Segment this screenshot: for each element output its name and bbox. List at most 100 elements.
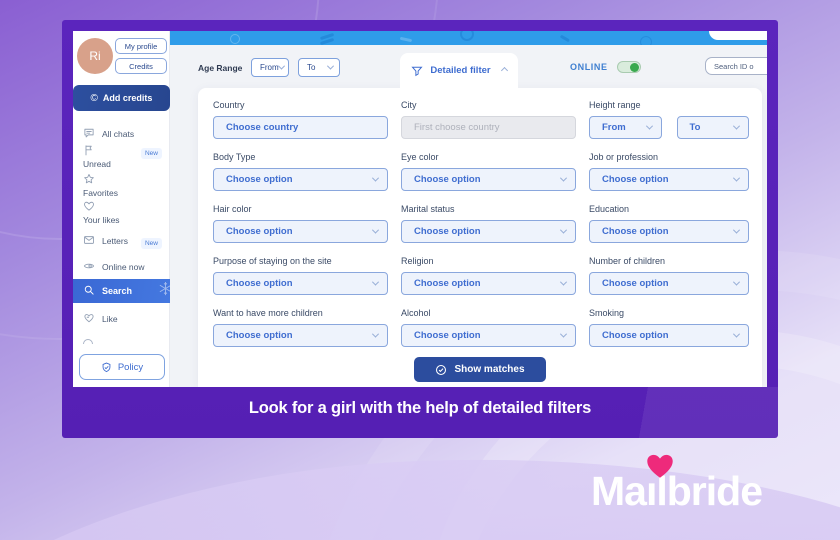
sidebar-item-online-now[interactable]: Online now [83, 260, 145, 274]
filter-label: Purpose of staying on the site [213, 256, 332, 266]
heart-like-icon [83, 312, 95, 326]
filter-cell: Number of children Choose option [589, 256, 749, 295]
filter-cell: Hair color Choose option [213, 204, 388, 243]
want-to-have-more-children-select[interactable]: Choose option [213, 324, 388, 347]
filter-cell: City First choose country [401, 100, 576, 139]
chevron-down-icon [371, 174, 380, 182]
job-or-profession-select[interactable]: Choose option [589, 168, 749, 191]
caption-band: Look for a girl with the help of detaile… [62, 387, 778, 438]
filter-label: Body Type [213, 152, 256, 162]
app-screenshot: Ri My profile Credits © Add credits All … [73, 31, 767, 387]
filter-label: Alcohol [401, 308, 431, 318]
promo-frame: Ri My profile Credits © Add credits All … [62, 20, 778, 438]
number-of-children-select[interactable]: Choose option [589, 272, 749, 295]
filter-grid: Country Choose country City First choose co… [198, 88, 762, 360]
new-badge: New [140, 148, 162, 159]
age-to-select[interactable]: To [298, 58, 340, 77]
age-from-value: From [260, 63, 279, 72]
avatar[interactable]: Ri [77, 38, 113, 74]
religion-select[interactable]: Choose option [401, 272, 576, 295]
filter-label: Smoking [589, 308, 625, 318]
sidebar-item-favorites[interactable]: Favorites [83, 173, 118, 198]
search-id-input[interactable] [705, 57, 767, 75]
copyright-coin-icon: © [90, 92, 98, 104]
chevron-down-icon [559, 174, 568, 182]
height-from-select[interactable]: From [589, 116, 662, 139]
chevron-down-icon [371, 330, 380, 338]
snowflake-icon [158, 281, 170, 298]
purpose-of-staying-on-the-site-select[interactable]: Choose option [213, 272, 388, 295]
credits-button[interactable]: Credits [115, 58, 167, 74]
filter-cell: Alcohol Choose option [401, 308, 576, 347]
chevron-down-icon [732, 174, 741, 182]
sidebar-item-label: Like [102, 314, 118, 324]
filter-label: Height range [589, 100, 641, 110]
filter-label: Marital status [401, 204, 455, 214]
chevron-down-icon [559, 278, 568, 286]
alcohol-select[interactable]: Choose option [401, 324, 576, 347]
smoking-select[interactable]: Choose option [589, 324, 749, 347]
filter-label: Religion [401, 256, 434, 266]
age-from-select[interactable]: From [251, 58, 289, 77]
doodle [230, 34, 240, 44]
body-type-select[interactable]: Choose option [213, 168, 388, 191]
doodle [460, 31, 474, 41]
sidebar-item-label: Letters [102, 236, 128, 246]
age-range-label: Age Range [198, 63, 243, 73]
chevron-down-icon [645, 122, 653, 130]
hair-color-select[interactable]: Choose option [213, 220, 388, 243]
partial-icon [83, 339, 93, 344]
chevron-down-icon [732, 122, 741, 130]
new-badge: New [140, 238, 162, 249]
online-toggle[interactable] [617, 61, 641, 73]
sidebar-item-label: Search [102, 286, 133, 296]
sidebar-item-letters[interactable]: Letters [83, 234, 128, 248]
flag-icon [83, 144, 111, 156]
age-to-value: To [307, 63, 316, 72]
detailed-filter-label: Detailed filter [430, 65, 491, 76]
show-matches-button[interactable]: Show matches [414, 357, 546, 382]
chevron-down-icon [371, 278, 380, 286]
country-select[interactable]: Choose country [213, 116, 388, 139]
detailed-filter-tab[interactable]: Detailed filter [400, 53, 518, 88]
filter-label: Job or profession [589, 152, 659, 162]
filter-label: Education [589, 204, 630, 214]
doodle [640, 36, 652, 45]
sidebar-item-label: Unread [83, 159, 111, 169]
sidebar-item-like[interactable]: Like [83, 312, 118, 326]
logo-text: Ma [591, 468, 647, 514]
promo-caption: Look for a girl with the help of detaile… [248, 399, 592, 417]
chevron-down-icon [559, 226, 568, 234]
chevron-down-icon [732, 330, 741, 338]
filter-cell: Height range From To [589, 100, 749, 139]
sidebar-item-search[interactable]: Search [73, 279, 170, 303]
chat-bubble-icon [83, 127, 95, 141]
sidebar: Ri My profile Credits © Add credits All … [73, 31, 170, 387]
filter-cell: Job or profession Choose option [589, 152, 749, 191]
sidebar-item-label: Online now [102, 262, 145, 272]
filter-cell: Body Type Choose option [213, 152, 388, 191]
city-select-disabled: First choose country [401, 116, 576, 139]
filter-cell: Religion Choose option [401, 256, 576, 295]
policy-button[interactable]: Policy [79, 354, 165, 380]
height-to-select[interactable]: To [676, 116, 749, 139]
filters-panel: Country Choose country City First choose co… [198, 88, 762, 387]
marital-status-select[interactable]: Choose option [401, 220, 576, 243]
filter-cell: Want to have more children Choose option [213, 308, 388, 347]
sidebar-item-label: Your likes [83, 215, 120, 225]
filter-cell: Purpose of staying on the site Choose opt… [213, 256, 388, 295]
top-search-pill[interactable] [709, 31, 767, 40]
sidebar-item-your-likes[interactable]: Your likes [83, 200, 120, 225]
eye-color-select[interactable]: Choose option [401, 168, 576, 191]
chevron-down-icon [732, 278, 741, 286]
heart-logo-icon [647, 454, 673, 478]
add-credits-button[interactable]: © Add credits [73, 85, 170, 111]
sidebar-item-unread[interactable]: Unread [83, 144, 111, 169]
education-select[interactable]: Choose option [589, 220, 749, 243]
filter-cell: Education Choose option [589, 204, 749, 243]
my-profile-button[interactable]: My profile [115, 38, 167, 54]
check-circle-icon [436, 364, 447, 375]
sidebar-item-all-chats[interactable]: All chats [83, 127, 134, 141]
sidebar-item-label: All chats [102, 129, 135, 139]
funnel-icon [411, 66, 424, 76]
